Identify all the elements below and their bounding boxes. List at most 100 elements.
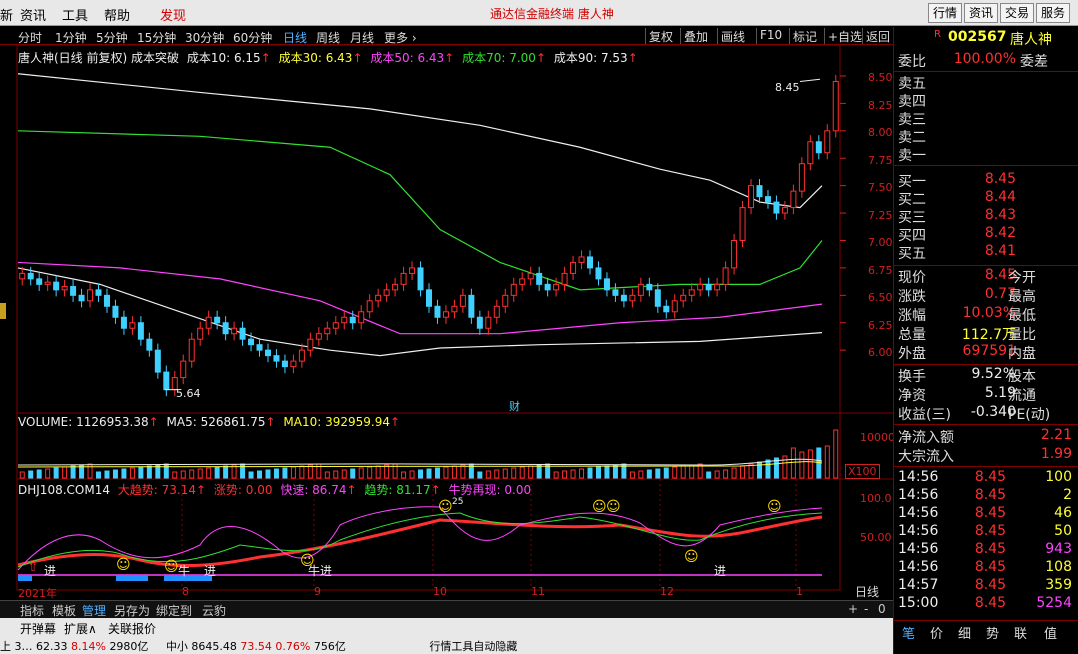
- tab-indicator[interactable]: 指标: [20, 602, 44, 619]
- left-collapse-handle[interactable]: [0, 303, 6, 319]
- menu-item-discover[interactable]: 发现: [160, 5, 186, 24]
- ticker-hint: 行情工具自动隐藏: [429, 640, 518, 653]
- volume-bar: [434, 467, 440, 479]
- period-label[interactable]: 日线: [855, 583, 879, 600]
- volume-bar: [273, 468, 279, 479]
- candle-body: [61, 286, 68, 291]
- volume-bar: [180, 470, 186, 479]
- volume-bar: [282, 467, 288, 479]
- trend-label: 趋势: 81.17: [364, 483, 431, 497]
- overlay-button[interactable]: 叠加: [680, 28, 711, 44]
- ask-row[interactable]: 卖二: [896, 127, 1076, 146]
- ask-row[interactable]: 卖一: [896, 145, 1076, 164]
- menu-item-help[interactable]: 帮助: [104, 5, 130, 24]
- bid-row[interactable]: 买三 8.43: [896, 207, 1076, 226]
- f10-button[interactable]: F10: [756, 28, 785, 44]
- period-timeshare[interactable]: 分时: [18, 29, 42, 46]
- candlestick-chart[interactable]: [0, 44, 893, 600]
- quote-label: 总量: [898, 327, 926, 343]
- ask-row[interactable]: 卖三: [896, 109, 1076, 128]
- tab-price[interactable]: 价: [930, 623, 943, 642]
- candle-body: [790, 190, 797, 209]
- tab-trades[interactable]: 笔: [902, 623, 915, 642]
- tab-detail[interactable]: 细: [958, 623, 971, 642]
- period-15min[interactable]: 15分钟: [137, 29, 176, 46]
- zoom-out-icon[interactable]: -: [864, 602, 868, 616]
- tab-template[interactable]: 模板: [52, 602, 76, 619]
- chart-area[interactable]: 唐人神(日线 前复权) 成本突破 成本10: 6.15↑ 成本30: 6.43↑…: [0, 44, 895, 615]
- linked-quote-button[interactable]: 关联报价: [108, 620, 156, 637]
- candle-body: [442, 311, 449, 318]
- ask-row[interactable]: 卖四: [896, 91, 1076, 110]
- tick-volume: 50: [1054, 523, 1072, 539]
- zoom-in-icon[interactable]: +: [848, 602, 858, 616]
- tab-link[interactable]: 联: [1014, 623, 1027, 642]
- adjust-button[interactable]: 复权: [645, 28, 676, 44]
- candle-body: [544, 283, 551, 291]
- bid-row[interactable]: 买一 8.45: [896, 171, 1076, 190]
- ticker-sme-amt: 756亿: [313, 640, 346, 653]
- period-5min[interactable]: 5分钟: [96, 29, 128, 46]
- volume-bar: [121, 468, 127, 479]
- stock-header: R 002567 唐人神: [894, 27, 1078, 49]
- candle-body: [468, 294, 475, 318]
- volume-unit-box[interactable]: X100: [845, 464, 880, 479]
- period-60min[interactable]: 60分钟: [233, 29, 272, 46]
- back-button[interactable]: 返回: [862, 28, 893, 44]
- bid-row[interactable]: 买五 8.41: [896, 243, 1076, 262]
- candle-body: [493, 305, 500, 318]
- volume-bar: [367, 466, 373, 479]
- quote-button[interactable]: 行情: [928, 3, 963, 23]
- add-watchlist-button[interactable]: +自选: [824, 28, 865, 44]
- candle-body: [434, 305, 441, 318]
- expand-button[interactable]: 扩展∧: [64, 620, 97, 637]
- candle-body: [87, 289, 94, 302]
- ask-row[interactable]: 卖五: [896, 73, 1076, 92]
- tab-yunbao[interactable]: 云豹: [202, 602, 226, 619]
- menu-item-news[interactable]: 资讯: [20, 5, 46, 24]
- trade-button[interactable]: 交易: [1000, 3, 1035, 23]
- bid-row[interactable]: 买二 8.44: [896, 189, 1076, 208]
- service-button[interactable]: 服务: [1036, 3, 1071, 23]
- period-weekly[interactable]: 周线: [316, 29, 340, 46]
- period-more[interactable]: 更多 ›: [384, 29, 417, 46]
- candle-body: [510, 283, 517, 296]
- menu-item-tools[interactable]: 工具: [62, 5, 88, 24]
- tab-save-as[interactable]: 另存为: [114, 602, 150, 619]
- volume-bar: [426, 468, 432, 479]
- news-button[interactable]: 资讯: [964, 3, 999, 23]
- price-tick: 7.50: [868, 181, 893, 194]
- candle-body: [392, 283, 399, 291]
- candle-body: [366, 300, 373, 313]
- menu-item-new[interactable]: 新: [0, 5, 13, 24]
- finance-event-marker[interactable]: 财: [509, 398, 520, 414]
- period-monthly[interactable]: 月线: [350, 29, 374, 46]
- period-1min[interactable]: 1分钟: [55, 29, 87, 46]
- tab-bind-to[interactable]: 绑定到: [156, 602, 192, 619]
- danmu-button[interactable]: 开弹幕: [20, 620, 56, 637]
- quote-label2: 量比: [1008, 327, 1036, 343]
- smiley-icon: ☺: [684, 549, 699, 565]
- candle-body: [298, 349, 305, 362]
- candle-body: [256, 344, 263, 351]
- bid-price: 8.45: [984, 171, 1016, 187]
- price-tick: 6.00: [868, 346, 893, 359]
- reset-zoom-icon[interactable]: 0: [878, 602, 886, 616]
- tab-manage[interactable]: 管理: [82, 602, 106, 619]
- volume-bar: [375, 465, 381, 479]
- mark-button[interactable]: 标记: [789, 28, 820, 44]
- candle-body: [536, 272, 543, 285]
- period-daily[interactable]: 日线: [283, 29, 307, 46]
- tab-trend[interactable]: 势: [986, 623, 999, 642]
- status-bar: 开弹幕 扩展∧ 关联报价 上 3… 62.33 8.14% 2980亿 中小 8…: [0, 618, 893, 654]
- candle-body: [637, 283, 644, 296]
- tab-value[interactable]: 值: [1044, 623, 1057, 642]
- x-axis: 2021年 8 9 10 11 12 1 日线: [0, 583, 893, 600]
- volume-bar: [409, 470, 415, 479]
- draw-line-button[interactable]: 画线: [717, 28, 748, 44]
- bid-row[interactable]: 买四 8.42: [896, 225, 1076, 244]
- indicator-name: DHJ108.COM14: [18, 483, 110, 497]
- period-30min[interactable]: 30分钟: [185, 29, 224, 46]
- candle-body: [332, 322, 339, 329]
- volume-bar: [248, 471, 254, 479]
